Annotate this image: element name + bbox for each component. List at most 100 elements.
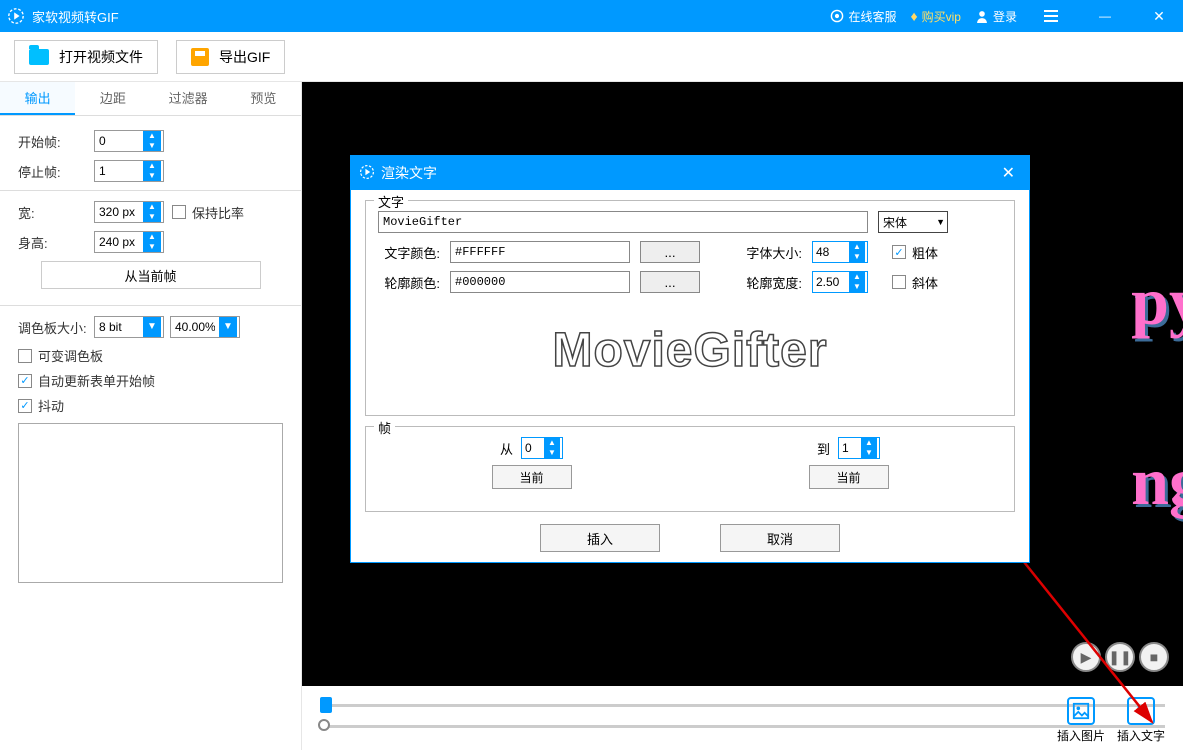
palette-bit-select[interactable]: ▼ — [94, 316, 164, 338]
tab-margin[interactable]: 边距 — [75, 82, 150, 115]
minimize-button[interactable] — [1085, 0, 1125, 32]
outline-color-picker-button[interactable]: ... — [640, 271, 700, 293]
text-preview: MovieGifter — [378, 323, 1002, 381]
dialog-logo-icon — [359, 164, 375, 183]
auto-update-label: 自动更新表单开始帧 — [38, 371, 155, 390]
text-legend: 文字 — [374, 192, 408, 211]
to-current-button[interactable]: 当前 — [809, 465, 889, 489]
stop-frame-spinner[interactable]: ▲▼ — [94, 160, 164, 182]
buy-vip-label: 购买vip — [922, 8, 961, 25]
text-icon: T — [1127, 697, 1155, 725]
title-bar: 家软视频转GIF 在线客服 ♦ 购买vip 登录 — [0, 0, 1183, 32]
keep-ratio-checkbox[interactable] — [172, 205, 186, 219]
login[interactable]: 登录 — [975, 8, 1017, 25]
diamond-icon: ♦ — [910, 8, 917, 24]
width-spinner[interactable]: ▲▼ — [94, 201, 164, 223]
menu-button[interactable] — [1031, 0, 1071, 32]
start-frame-spinner[interactable]: ▲▼ — [94, 130, 164, 152]
dialog-titlebar: 渲染文字 ✕ — [351, 156, 1029, 190]
from-current-button[interactable]: 当前 — [492, 465, 572, 489]
palette-size-label: 调色板大小: — [18, 318, 88, 337]
height-spinner[interactable]: ▲▼ — [94, 231, 164, 253]
export-gif-button[interactable]: 导出GIF — [176, 40, 285, 74]
frame-fieldset: 帧 从 ▲▼ 当前 到 ▲▼ 当前 — [365, 426, 1015, 512]
bold-label: 粗体 — [912, 243, 938, 262]
thumbnail-preview — [18, 423, 283, 583]
toolbar: 打开视频文件 导出GIF — [0, 32, 1183, 82]
tab-filters[interactable]: 过滤器 — [151, 82, 226, 115]
start-frame-label: 开始帧: — [18, 132, 88, 151]
stop-button[interactable]: ■ — [1139, 642, 1169, 672]
text-input[interactable] — [378, 211, 868, 233]
range-thumb[interactable] — [318, 719, 330, 731]
insert-text-tool[interactable]: T 插入文字 — [1117, 697, 1165, 744]
italic-label: 斜体 — [912, 273, 938, 292]
insert-image-tool[interactable]: 插入图片 — [1057, 697, 1105, 744]
open-video-label: 打开视频文件 — [59, 47, 143, 67]
sidebar-tabs: 输出 边距 过滤器 预览 — [0, 82, 301, 116]
playback-controls: ▶ ❚❚ ■ — [1071, 642, 1169, 672]
bold-checkbox[interactable]: ✓ — [892, 245, 906, 259]
range-slider[interactable] — [320, 725, 1165, 728]
tab-output[interactable]: 输出 — [0, 82, 75, 115]
width-label: 宽: — [18, 203, 88, 222]
dialog-close-button[interactable]: ✕ — [996, 163, 1021, 183]
bg-text-1: py — [1131, 262, 1183, 341]
font-size-label: 字体大小: — [740, 243, 802, 262]
dialog-title: 渲染文字 — [381, 163, 437, 183]
text-color-input[interactable] — [450, 241, 630, 263]
sidebar: 输出 边距 过滤器 预览 开始帧: ▲▼ 停止帧: ▲▼ 宽: ▲▼ 保持比率 … — [0, 82, 302, 750]
close-button[interactable] — [1139, 0, 1179, 32]
online-support-label: 在线客服 — [848, 8, 896, 25]
dither-checkbox[interactable]: ✓ — [18, 399, 32, 413]
keep-ratio-label: 保持比率 — [192, 203, 244, 222]
from-current-frame-button[interactable]: 从当前帧 — [41, 261, 261, 289]
stop-frame-label: 停止帧: — [18, 162, 88, 181]
pause-button[interactable]: ❚❚ — [1105, 642, 1135, 672]
play-button[interactable]: ▶ — [1071, 642, 1101, 672]
to-label: 到 — [817, 439, 830, 458]
variable-palette-label: 可变调色板 — [38, 346, 103, 365]
insert-tools: 插入图片 T 插入文字 — [1057, 697, 1165, 744]
insert-text-label: 插入文字 — [1117, 727, 1165, 744]
dither-label: 抖动 — [38, 396, 64, 415]
progress-slider[interactable] — [320, 704, 1165, 707]
outline-color-input[interactable] — [450, 271, 630, 293]
export-gif-label: 导出GIF — [219, 47, 270, 67]
italic-checkbox[interactable] — [892, 275, 906, 289]
open-video-button[interactable]: 打开视频文件 — [14, 40, 158, 74]
text-fieldset: 文字 宋体 文字颜色: ... 字体大小: ▲▼ ✓粗体 轮廓颜色: ... 轮… — [365, 200, 1015, 416]
login-label: 登录 — [993, 8, 1017, 25]
from-label: 从 — [500, 439, 513, 458]
outline-width-spinner[interactable]: ▲▼ — [812, 271, 868, 293]
buy-vip[interactable]: ♦ 购买vip — [910, 8, 961, 25]
palette-pct-select[interactable]: ▼ — [170, 316, 240, 338]
insert-button[interactable]: 插入 — [540, 524, 660, 552]
save-icon — [191, 48, 209, 66]
font-size-spinner[interactable]: ▲▼ — [812, 241, 868, 263]
cancel-button[interactable]: 取消 — [720, 524, 840, 552]
outline-color-label: 轮廓颜色: — [378, 273, 440, 292]
height-label: 身高: — [18, 233, 88, 252]
bg-text-2: ng — [1131, 442, 1183, 521]
variable-palette-checkbox[interactable] — [18, 349, 32, 363]
online-support[interactable]: 在线客服 — [830, 8, 896, 25]
tab-preview[interactable]: 预览 — [226, 82, 301, 115]
outline-width-label: 轮廓宽度: — [740, 273, 802, 292]
progress-thumb[interactable] — [320, 697, 332, 713]
render-text-dialog: 渲染文字 ✕ 文字 宋体 文字颜色: ... 字体大小: ▲▼ ✓ 粗体 轮廓颜色… — [350, 155, 1030, 563]
app-logo-icon — [6, 6, 26, 26]
text-color-label: 文字颜色: — [378, 243, 440, 262]
app-title: 家软视频转GIF — [32, 7, 830, 26]
to-frame-spinner[interactable]: ▲▼ — [838, 437, 880, 459]
from-frame-spinner[interactable]: ▲▼ — [521, 437, 563, 459]
folder-icon — [29, 49, 49, 65]
output-panel: 开始帧: ▲▼ 停止帧: ▲▼ 宽: ▲▼ 保持比率 身高: ▲▼ 从当前帧 调… — [0, 116, 301, 597]
text-color-picker-button[interactable]: ... — [640, 241, 700, 263]
insert-image-label: 插入图片 — [1057, 727, 1105, 744]
font-select[interactable]: 宋体 — [878, 211, 948, 233]
frame-legend: 帧 — [374, 418, 395, 437]
auto-update-checkbox[interactable]: ✓ — [18, 374, 32, 388]
timeline-area — [302, 690, 1183, 750]
image-icon — [1067, 697, 1095, 725]
